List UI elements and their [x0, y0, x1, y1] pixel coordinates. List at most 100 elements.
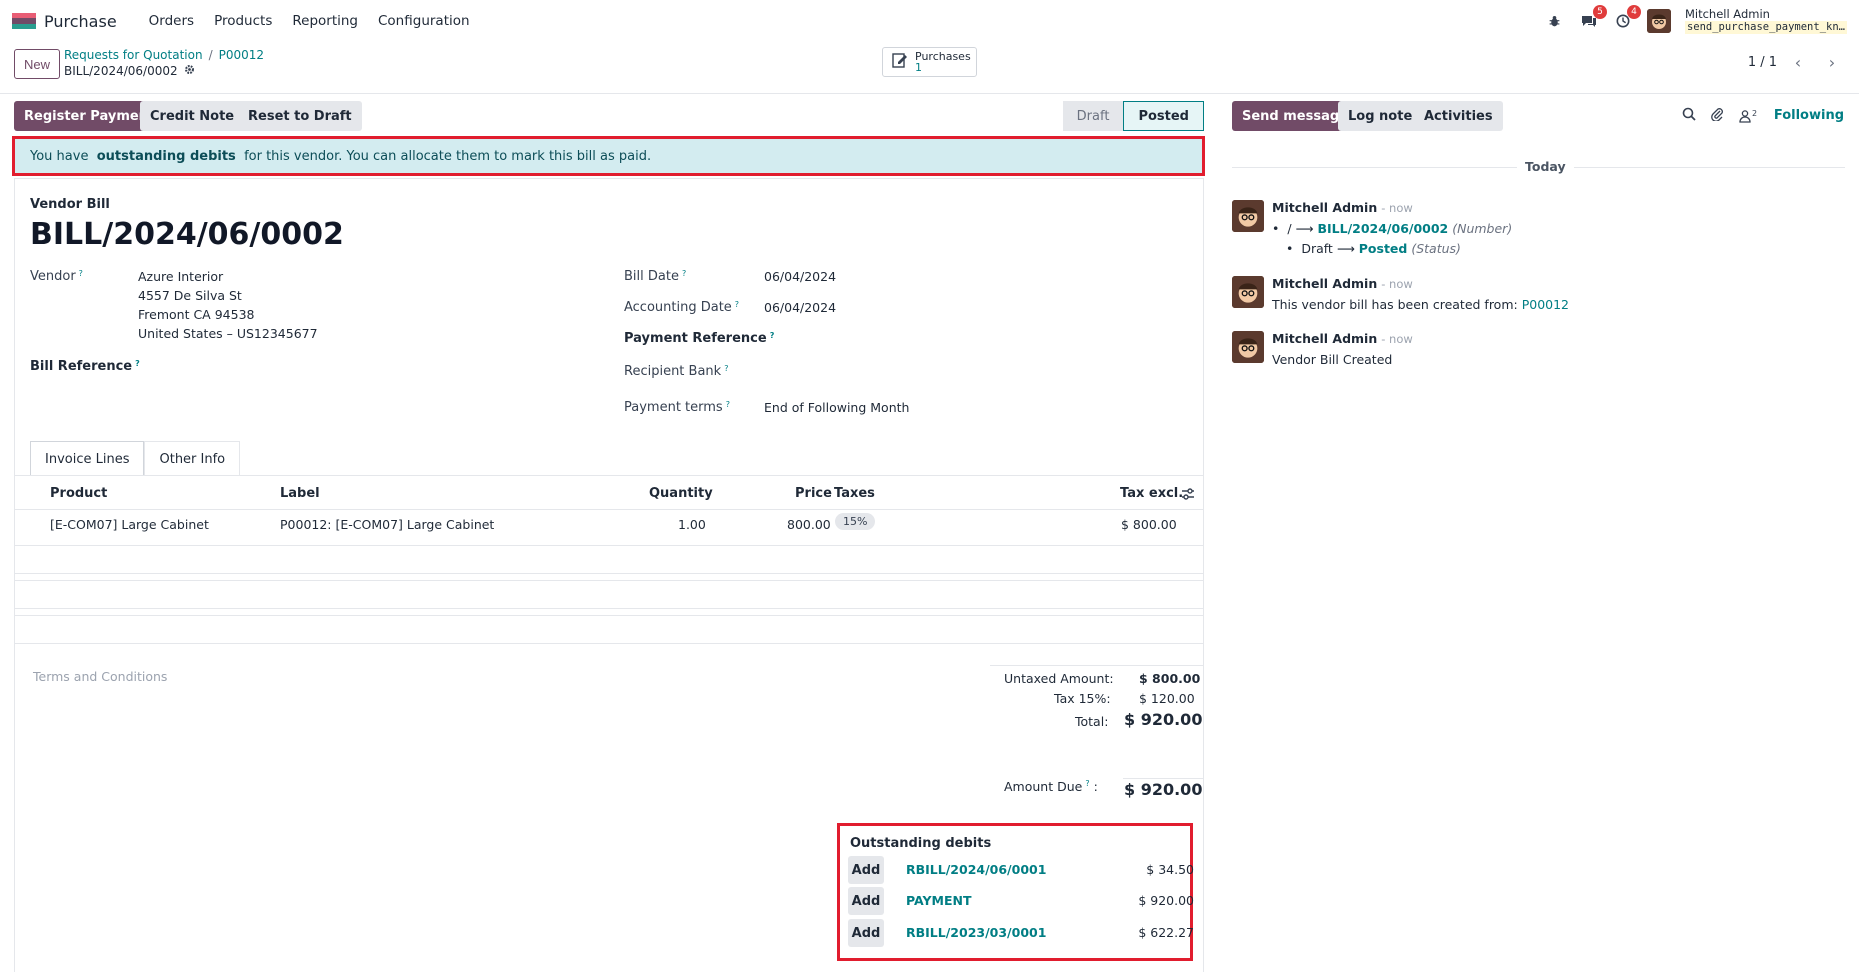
line-tax-badge[interactable]: 15%	[835, 513, 876, 530]
empty-row	[15, 581, 1203, 609]
document-name: BILL/2024/06/0002	[30, 217, 344, 252]
debit-reference-link[interactable]: PAYMENT	[906, 893, 972, 908]
pager: 1 / 1 ‹ ›	[1748, 50, 1845, 74]
menu-reporting[interactable]: Reporting	[282, 13, 368, 29]
bill-date-label: Bill Date?	[624, 269, 687, 284]
amount-due-value: $ 920.00	[1124, 780, 1203, 799]
breadcrumb-rfq[interactable]: Requests for Quotation	[64, 48, 203, 62]
untaxed-amount-label: Untaxed Amount:	[1004, 671, 1114, 686]
message-author[interactable]: Mitchell Admin - now	[1272, 200, 1413, 215]
app-name[interactable]: Purchase	[44, 12, 117, 31]
debit-reference-link[interactable]: RBILL/2023/03/0001	[906, 925, 1046, 940]
payment-terms-link[interactable]: End of Following Month	[764, 398, 909, 417]
tab-other-info[interactable]: Other Info	[144, 441, 241, 476]
author-avatar[interactable]	[1232, 276, 1264, 308]
untaxed-amount-value: $ 800.00	[1139, 671, 1201, 686]
stage-posted[interactable]: Posted	[1123, 101, 1204, 131]
debit-amount: $ 622.27	[1138, 925, 1194, 940]
debit-amount: $ 34.50	[1146, 862, 1194, 877]
empty-row	[15, 546, 1203, 574]
message-body: Vendor Bill Created	[1272, 352, 1393, 367]
col-tax-excl[interactable]: Tax excl.	[1120, 486, 1183, 501]
chat-icon[interactable]: 5	[1579, 5, 1607, 31]
activity-count-badge: 4	[1626, 5, 1641, 19]
payment-terms-label: Payment terms?	[624, 400, 730, 415]
record-name-text: BILL/2024/06/0002	[64, 64, 178, 78]
line-product[interactable]: [E-COM07] Large Cabinet	[50, 517, 209, 532]
col-price[interactable]: Price	[795, 486, 832, 501]
pager-previous-icon[interactable]: ‹	[1785, 50, 1811, 74]
message-body: • / ⟶ BILL/2024/06/0002 (Number) • Draft ⟶ P…	[1272, 219, 1512, 259]
add-debit-button[interactable]: Add	[848, 887, 884, 915]
gear-icon[interactable]	[184, 64, 195, 78]
col-quantity[interactable]: Quantity	[649, 486, 713, 501]
column-settings-icon[interactable]	[1181, 487, 1195, 505]
today-label: Today	[1517, 159, 1574, 174]
add-debit-button[interactable]: Add	[848, 919, 884, 947]
message-body: This vendor bill has been created from: …	[1272, 297, 1570, 312]
tracking-line-number: • / ⟶ BILL/2024/06/0002 (Number)	[1272, 221, 1513, 236]
user-menu[interactable]: Mitchell Admin send_purchase_payment_kn…	[1684, 7, 1847, 34]
message-author[interactable]: Mitchell Admin - now	[1272, 276, 1413, 291]
user-name: Mitchell Admin	[1684, 7, 1770, 21]
col-product[interactable]: Product	[50, 486, 107, 501]
author-avatar[interactable]	[1232, 200, 1264, 232]
tab-invoice-lines[interactable]: Invoice Lines	[30, 441, 145, 476]
line-label[interactable]: P00012: [E-COM07] Large Cabinet	[280, 517, 494, 532]
col-taxes[interactable]: Taxes	[834, 486, 875, 501]
alert-text: You have outstanding debits for this ven…	[30, 148, 652, 164]
reset-to-draft-button[interactable]: Reset to Draft	[238, 101, 362, 131]
control-panel: New Requests for Quotation / P00012 BILL/2…	[0, 42, 1859, 94]
activity-clock-icon[interactable]: 4	[1613, 5, 1641, 31]
stage-draft[interactable]: Draft	[1062, 101, 1124, 131]
database-name: send_purchase_payment_kn…	[1684, 21, 1847, 34]
followers-count: 2	[1752, 109, 1758, 118]
form-statusbar: Register Payment Credit Note Reset to Dr…	[14, 101, 1204, 131]
following-button[interactable]: Following	[1774, 108, 1844, 123]
col-label[interactable]: Label	[280, 486, 320, 501]
breadcrumb-po[interactable]: P00012	[219, 48, 264, 62]
activities-button[interactable]: Activities	[1414, 101, 1503, 131]
line-quantity[interactable]: 1.00	[678, 517, 706, 532]
menu-products[interactable]: Products	[204, 13, 282, 29]
empty-row	[15, 616, 1203, 644]
payment-reference-label: Payment Reference?	[624, 331, 775, 346]
debit-reference-link[interactable]: RBILL/2024/06/0001	[906, 862, 1046, 877]
line-price[interactable]: 800.00	[787, 517, 831, 532]
app-logo-icon[interactable]	[12, 13, 36, 29]
pager-next-icon[interactable]: ›	[1819, 50, 1845, 74]
outstanding-debit-row: Add PAYMENT $ 920.00	[848, 887, 1194, 915]
menu-orders[interactable]: Orders	[139, 13, 204, 29]
purchases-smart-button[interactable]: Purchases 1	[882, 47, 977, 77]
outstanding-debit-row: Add RBILL/2023/03/0001 $ 622.27	[848, 919, 1194, 947]
terms-and-conditions[interactable]: Terms and Conditions	[33, 669, 167, 684]
vendor-link[interactable]: Azure Interior	[138, 267, 223, 286]
user-avatar[interactable]	[1646, 9, 1671, 33]
credit-note-button[interactable]: Credit Note	[140, 101, 245, 131]
outstanding-debit-row: Add RBILL/2024/06/0001 $ 34.50	[848, 856, 1194, 884]
accounting-date-value[interactable]: 06/04/2024	[764, 298, 836, 317]
message-author[interactable]: Mitchell Admin - now	[1272, 331, 1413, 346]
total-value: $ 920.00	[1124, 710, 1203, 729]
new-button[interactable]: New	[14, 49, 60, 79]
add-debit-button[interactable]: Add	[848, 856, 884, 884]
vendor-address-line1: 4557 De Silva St	[138, 288, 242, 303]
debug-bug-icon[interactable]	[1545, 11, 1565, 31]
log-note-button[interactable]: Log note	[1338, 101, 1423, 131]
source-po-link[interactable]: P00012	[1522, 297, 1569, 312]
followers-icon[interactable]: 2	[1738, 109, 1757, 123]
author-avatar[interactable]	[1232, 331, 1264, 363]
tracking-new-number[interactable]: BILL/2024/06/0002	[1317, 221, 1448, 236]
breadcrumb-separator: /	[208, 48, 213, 62]
paperclip-icon[interactable]	[1710, 107, 1724, 125]
systray: 5 4 Mitchell Admin send_purchase_payment…	[1545, 0, 1847, 42]
line-subtotal: $ 800.00	[1121, 517, 1177, 532]
vendor-address-line2: Fremont CA 94538	[138, 307, 255, 322]
outstanding-debits-widget: Outstanding debits Add RBILL/2024/06/000…	[837, 823, 1194, 961]
pager-value[interactable]: 1 / 1	[1748, 55, 1777, 70]
menu-configuration[interactable]: Configuration	[368, 13, 480, 29]
smart-button-label: Purchases	[915, 50, 971, 63]
search-icon[interactable]	[1682, 107, 1696, 125]
document-type: Vendor Bill	[30, 197, 110, 212]
bill-date-value[interactable]: 06/04/2024	[764, 267, 836, 286]
